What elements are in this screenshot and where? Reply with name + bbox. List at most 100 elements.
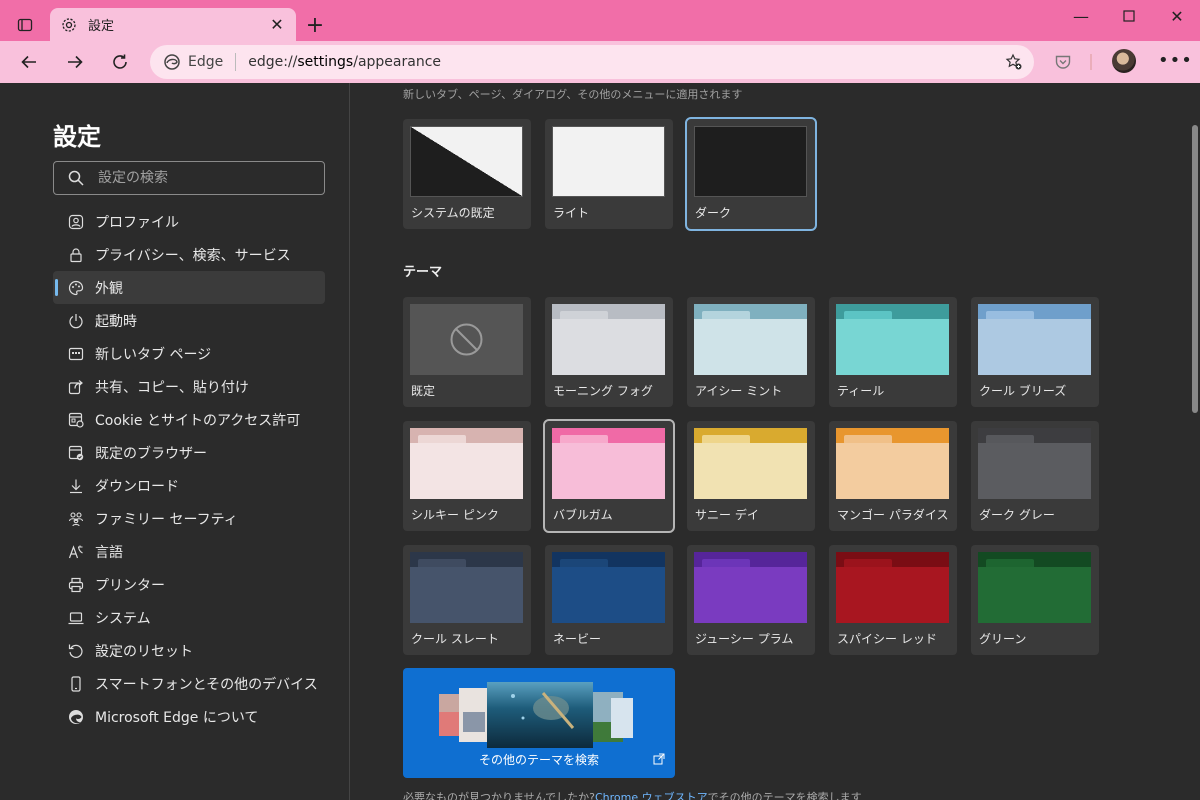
edge-logo-icon bbox=[164, 54, 180, 70]
scrollbar-thumb[interactable] bbox=[1192, 125, 1198, 413]
sidebar-item[interactable]: 新しいタブ ページ bbox=[53, 337, 325, 370]
theme-card[interactable]: バブルガム bbox=[543, 419, 675, 533]
cookie-permissions-icon bbox=[67, 411, 85, 429]
minimize-button[interactable]: — bbox=[1058, 0, 1104, 32]
sidebar-item-label: システム bbox=[95, 610, 151, 627]
external-link-icon bbox=[653, 753, 665, 768]
sidebar-item-label: 共有、コピー、貼り付け bbox=[95, 379, 249, 396]
sidebar-item[interactable]: 既定のブラウザー bbox=[53, 436, 325, 469]
sidebar-item[interactable]: 共有、コピー、貼り付け bbox=[53, 370, 325, 403]
theme-card[interactable]: クール スレート bbox=[403, 545, 531, 655]
theme-card[interactable]: アイシー ミント bbox=[687, 297, 815, 407]
theme-card[interactable]: マンゴー パラダイス bbox=[829, 421, 957, 531]
sidebar-item[interactable]: 設定のリセット bbox=[53, 634, 325, 667]
url-text: edge://settings/appearance bbox=[248, 54, 441, 70]
theme-card-label: ダーク グレー bbox=[979, 508, 1055, 522]
sidebar-item[interactable]: Cookie とサイトのアクセス許可 bbox=[53, 403, 325, 436]
theme-card-label: シルキー ピンク bbox=[411, 508, 499, 522]
printer-icon bbox=[67, 576, 85, 594]
sidebar-item[interactable]: Microsoft Edge について bbox=[53, 700, 325, 733]
theme-card-label: マンゴー パラダイス bbox=[837, 508, 949, 522]
appearance-option-dark[interactable]: ダーク bbox=[685, 117, 817, 231]
folder-icon bbox=[978, 552, 1091, 623]
settings-search[interactable] bbox=[53, 161, 325, 195]
phone-icon bbox=[67, 675, 85, 693]
tab-actions-icon[interactable] bbox=[10, 10, 40, 40]
extension-divider-icon bbox=[1080, 51, 1102, 73]
theme-card-label: サニー デイ bbox=[695, 508, 759, 522]
search-icon bbox=[68, 170, 84, 186]
refresh-button[interactable] bbox=[105, 47, 135, 77]
share-icon bbox=[67, 378, 85, 396]
theme-card[interactable]: 既定 bbox=[403, 297, 531, 407]
appearance-option-label: システムの既定 bbox=[411, 206, 495, 220]
theme-card-label: ネービー bbox=[553, 632, 602, 646]
theme-card[interactable]: スパイシー レッド bbox=[829, 545, 957, 655]
theme-section-title: テーマ bbox=[403, 265, 443, 280]
power-icon bbox=[67, 312, 85, 330]
profile-icon bbox=[67, 213, 85, 231]
new-tab-button[interactable]: + bbox=[302, 12, 328, 38]
edge-logo-icon bbox=[67, 708, 85, 726]
folder-icon bbox=[694, 552, 807, 623]
folder-icon bbox=[978, 304, 1091, 375]
sidebar-item[interactable]: スマートフォンとその他のデバイス bbox=[53, 667, 325, 700]
sidebar-item-label: プリンター bbox=[95, 577, 165, 594]
gear-icon bbox=[60, 16, 78, 34]
theme-card[interactable]: モーニング フォグ bbox=[545, 297, 673, 407]
theme-card[interactable]: ダーク グレー bbox=[971, 421, 1099, 531]
sidebar-item[interactable]: プライバシー、検索、サービス bbox=[53, 238, 325, 271]
sidebar-item[interactable]: 外観 bbox=[53, 271, 325, 304]
scrollbar[interactable] bbox=[1190, 83, 1200, 800]
lock-icon bbox=[67, 246, 85, 264]
close-tab-icon[interactable]: ✕ bbox=[268, 15, 286, 34]
sidebar-item-label: プライバシー、検索、サービス bbox=[95, 247, 291, 264]
address-bar[interactable]: Edge edge://settings/appearance bbox=[150, 45, 1034, 79]
sidebar-item[interactable]: ダウンロード bbox=[53, 469, 325, 502]
sidebar-item-label: ダウンロード bbox=[95, 478, 179, 495]
settings-nav: プロファイルプライバシー、検索、サービス外観 起動時 新しいタブ ページ共有、コピー… bbox=[53, 205, 325, 733]
theme-card[interactable]: ジューシー プラム bbox=[687, 545, 815, 655]
theme-card[interactable]: グリーン bbox=[971, 545, 1099, 655]
search-input[interactable] bbox=[98, 170, 298, 186]
sidebar-item[interactable]: 言語 bbox=[53, 535, 325, 568]
pocket-icon[interactable] bbox=[1052, 51, 1074, 73]
more-menu-icon[interactable]: ••• bbox=[1158, 50, 1192, 72]
folder-icon bbox=[694, 304, 807, 375]
forward-button[interactable] bbox=[60, 47, 90, 77]
settings-sidebar: 設定 プロファイルプライバシー、検索、サービス外観起動時新しいタブ ページ共有、… bbox=[0, 83, 350, 800]
theme-card[interactable]: シルキー ピンク bbox=[403, 421, 531, 531]
theme-card-label: ティール bbox=[837, 384, 885, 398]
no-theme-icon bbox=[410, 304, 523, 375]
add-favorite-icon[interactable] bbox=[1004, 52, 1024, 72]
folder-icon bbox=[552, 552, 665, 623]
profile-avatar[interactable] bbox=[1112, 49, 1136, 73]
sidebar-item[interactable]: プロファイル bbox=[53, 205, 325, 238]
sidebar-item[interactable]: 起動時 bbox=[53, 304, 325, 337]
url-path: /appearance bbox=[353, 54, 442, 70]
sidebar-item-label: プロファイル bbox=[95, 214, 179, 231]
theme-card[interactable]: クール ブリーズ bbox=[971, 297, 1099, 407]
language-icon bbox=[67, 543, 85, 561]
chrome-web-store-link[interactable]: Chrome ウェブストア bbox=[595, 791, 708, 800]
sidebar-item[interactable]: ファミリー セーフティ bbox=[53, 502, 325, 535]
appearance-option-light[interactable]: ライト bbox=[545, 119, 673, 229]
theme-card[interactable]: ネービー bbox=[545, 545, 673, 655]
sidebar-item[interactable]: システム bbox=[53, 601, 325, 634]
theme-card[interactable]: ティール bbox=[829, 297, 957, 407]
sidebar-item-label: ファミリー セーフティ bbox=[95, 511, 238, 528]
close-window-button[interactable]: ✕ bbox=[1154, 0, 1200, 32]
theme-card[interactable]: サニー デイ bbox=[687, 421, 815, 531]
appearance-option-label: ダーク bbox=[695, 206, 732, 220]
appearance-option-system[interactable]: システムの既定 bbox=[403, 119, 531, 229]
footer-text: 必要なものが見つかりませんでしたか? bbox=[403, 791, 595, 800]
tab-settings[interactable]: 設定 ✕ bbox=[50, 8, 296, 41]
appearance-option-label: ライト bbox=[553, 206, 590, 220]
default-browser-icon bbox=[67, 444, 85, 462]
theme-card-label: アイシー ミント bbox=[695, 384, 783, 398]
maximize-button[interactable] bbox=[1106, 0, 1152, 32]
more-themes-card[interactable]: その他のテーマを検索 bbox=[403, 668, 675, 778]
address-separator bbox=[235, 53, 237, 71]
back-button[interactable] bbox=[14, 47, 44, 77]
sidebar-item[interactable]: プリンター bbox=[53, 568, 325, 601]
